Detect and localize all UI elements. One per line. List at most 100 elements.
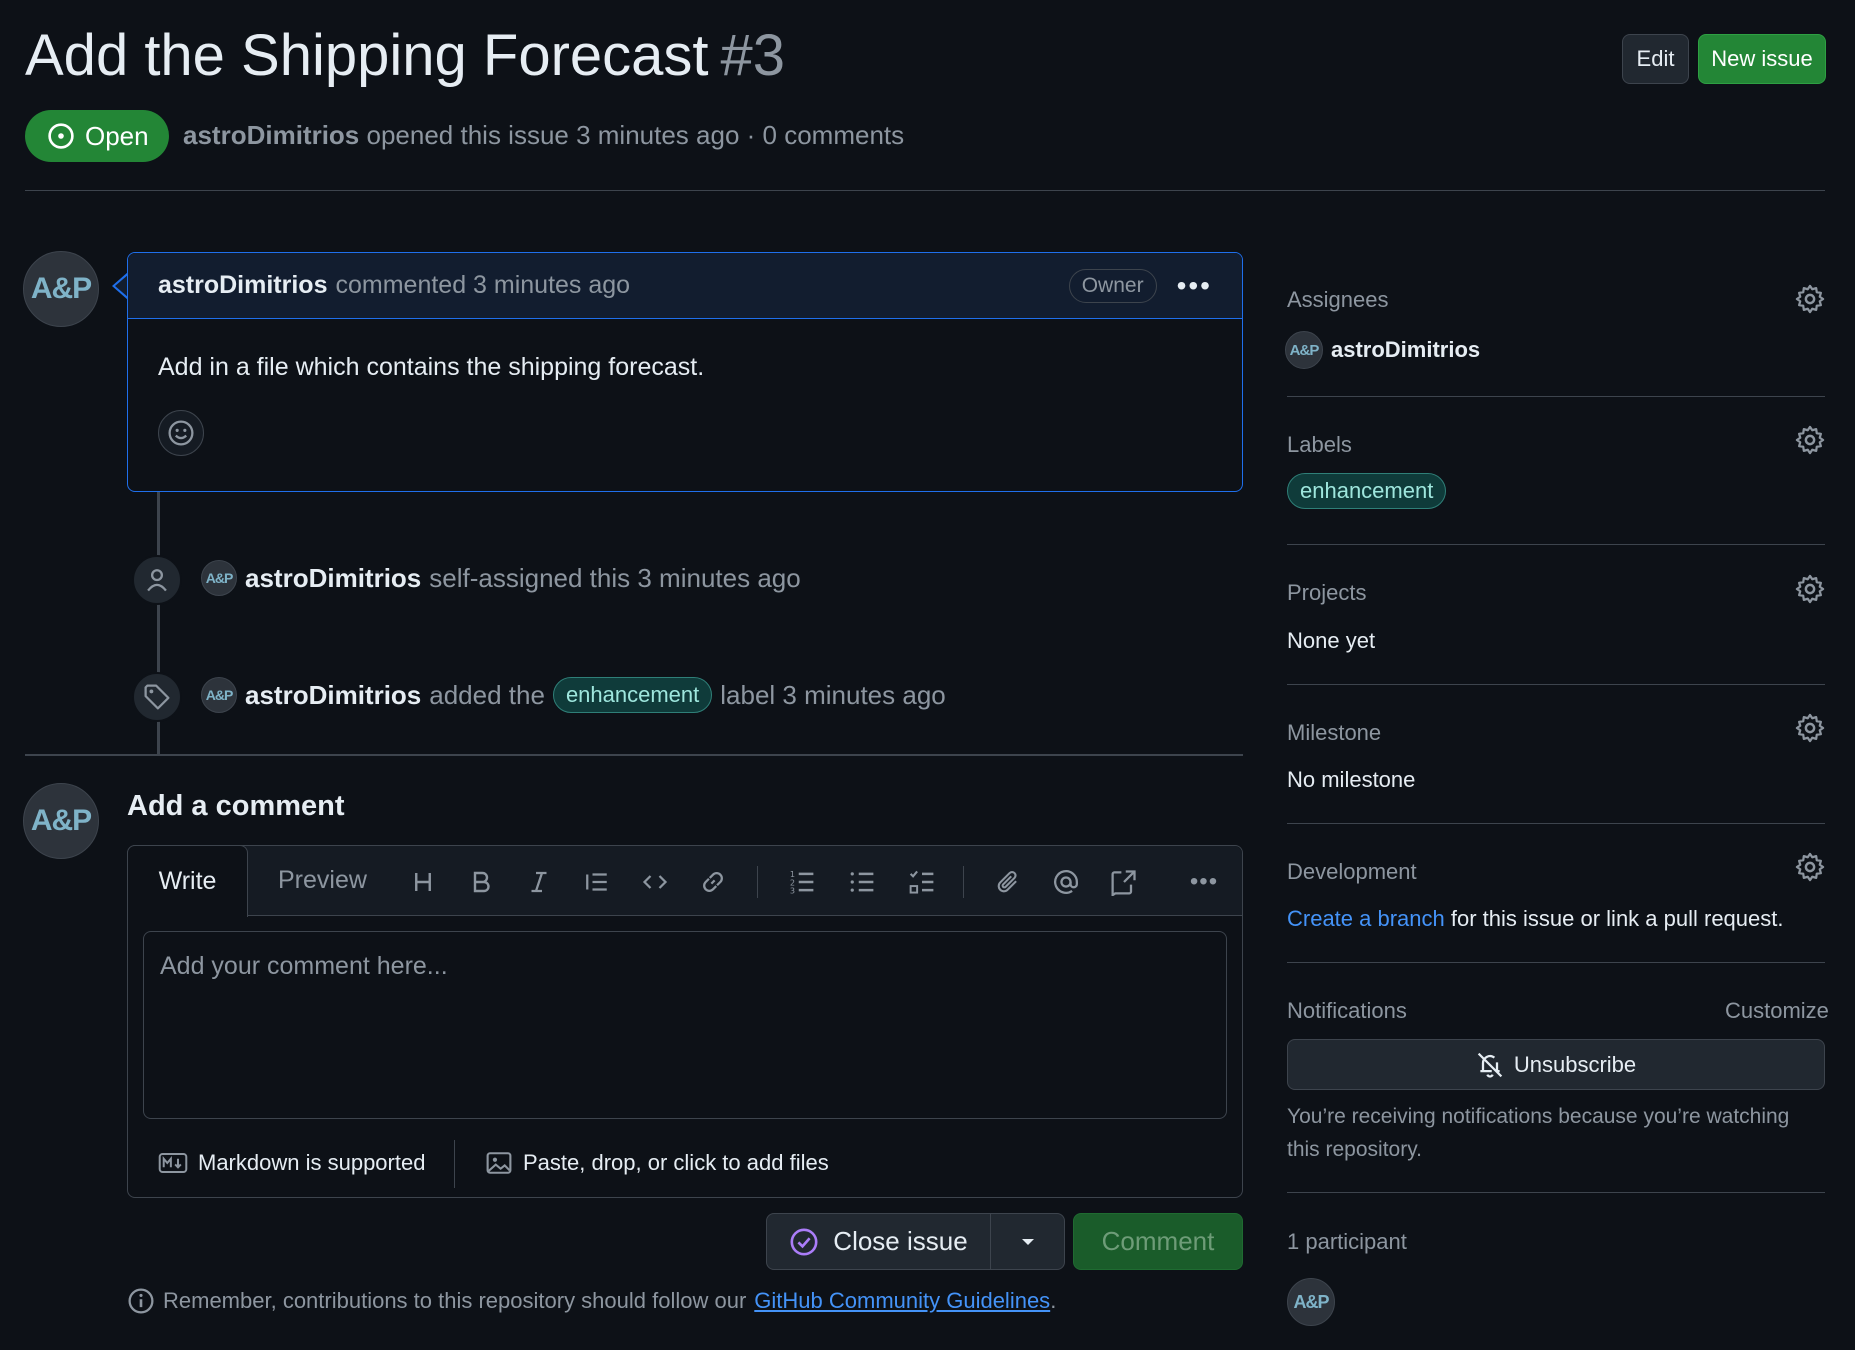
participant-avatar[interactable]: A&P — [1287, 1278, 1335, 1326]
markdown-note[interactable]: Markdown is supported — [158, 1150, 425, 1176]
development-note: for this issue or link a pull request. — [1450, 906, 1784, 931]
development-heading: Development — [1287, 859, 1417, 884]
svg-text:3: 3 — [790, 885, 795, 895]
unsubscribe-button[interactable]: Unsubscribe — [1287, 1039, 1825, 1090]
issue-title: Add the Shipping Forecast #3 — [25, 22, 785, 89]
attach-icon[interactable] — [990, 864, 1026, 900]
event-author[interactable]: astroDimitrios — [245, 680, 421, 711]
labels-heading: Labels — [1287, 432, 1352, 457]
comment-header: astroDimitrios commented 3 minutes ago O… — [128, 253, 1242, 319]
labels-gear-icon[interactable] — [1795, 425, 1825, 455]
assignees-gear-icon[interactable] — [1795, 284, 1825, 314]
event-text-after: label 3 minutes ago — [720, 679, 946, 710]
bold-icon[interactable] — [463, 864, 499, 900]
customize-link[interactable]: Customize — [1725, 998, 1829, 1024]
person-icon — [147, 569, 167, 592]
close-issue-button[interactable]: Close issue — [767, 1214, 991, 1269]
close-options-dropdown[interactable] — [991, 1214, 1064, 1269]
issue-author-link[interactable]: astroDimitrios — [183, 120, 359, 150]
caret-down-icon — [1021, 1238, 1034, 1245]
timeline-badge — [132, 672, 182, 722]
comment-author[interactable]: astroDimitrios — [158, 271, 327, 300]
issue-meta-text: opened this issue 3 minutes ago · 0 comm… — [366, 120, 905, 150]
sidebar-divider — [1287, 823, 1825, 824]
status-label: Open — [85, 120, 149, 151]
markdown-note-text: Markdown is supported — [198, 1150, 426, 1175]
heading-icon[interactable] — [405, 864, 441, 900]
avatar[interactable]: A&P — [23, 251, 99, 327]
code-icon[interactable] — [637, 864, 673, 900]
image-icon — [486, 1152, 512, 1174]
comment-menu-icon[interactable]: ••• — [1177, 270, 1212, 302]
tag-icon — [144, 684, 170, 710]
create-branch-link[interactable]: Create a branch — [1287, 906, 1445, 931]
projects-heading: Projects — [1287, 580, 1367, 605]
issue-open-icon — [48, 123, 74, 149]
timeline-event-labeled: A&P astroDimitrios added the enhancement… — [201, 677, 946, 713]
sidebar-divider — [1287, 962, 1825, 963]
cross-reference-icon[interactable] — [1106, 864, 1142, 900]
issue-meta: astroDimitrios opened this issue 3 minut… — [183, 120, 904, 151]
close-issue-group: Close issue — [766, 1213, 1065, 1270]
milestone-heading: Milestone — [1287, 720, 1382, 745]
tab-write[interactable]: Write — [127, 845, 248, 917]
status-badge: Open — [25, 110, 169, 162]
comment-text: Add in a file which contains the shippin… — [158, 353, 705, 381]
participants-heading: 1 participant — [1287, 1229, 1407, 1254]
more-icon[interactable]: ••• — [1186, 864, 1222, 900]
comment-input[interactable]: Add your comment here... — [143, 931, 1227, 1119]
assignee-name: astroDimitrios — [1331, 337, 1481, 362]
bell-slash-icon — [1477, 1052, 1503, 1078]
unordered-list-icon[interactable] — [844, 864, 880, 900]
owner-badge: Owner — [1068, 268, 1157, 303]
italic-icon[interactable] — [521, 864, 557, 900]
event-text: self-assigned this 3 minutes ago — [429, 562, 801, 593]
edit-button[interactable]: Edit — [1622, 34, 1689, 84]
assignees-heading: Assignees — [1287, 287, 1389, 312]
development-gear-icon[interactable] — [1795, 852, 1825, 882]
timeline-divider — [25, 754, 1243, 756]
link-icon[interactable] — [695, 864, 731, 900]
add-reaction-button[interactable] — [158, 410, 204, 456]
quote-icon[interactable] — [579, 864, 615, 900]
timeline-event-assigned: A&P astroDimitrios self-assigned this 3 … — [201, 560, 801, 596]
sidebar-label-enhancement[interactable]: enhancement — [1287, 473, 1447, 509]
notifications-heading: Notifications — [1287, 998, 1407, 1023]
milestone-gear-icon[interactable] — [1795, 713, 1825, 743]
attach-files-text: Paste, drop, or click to add files — [523, 1150, 829, 1175]
comment-editor: Write Preview 123 ••• Add your comment h… — [127, 845, 1243, 1198]
attach-files-note[interactable]: Paste, drop, or click to add files — [485, 1150, 829, 1176]
smiley-icon — [168, 420, 194, 446]
issue-comment: astroDimitrios commented 3 minutes ago O… — [127, 252, 1243, 492]
sidebar-divider — [1287, 684, 1825, 685]
task-list-icon[interactable] — [904, 864, 940, 900]
guidelines-link[interactable]: GitHub Community Guidelines — [754, 1288, 1050, 1313]
add-comment-heading: Add a comment — [127, 790, 345, 822]
ordered-list-icon[interactable]: 123 — [784, 864, 820, 900]
comment-body: Add in a file which contains the shippin… — [128, 319, 1242, 456]
avatar[interactable]: A&P — [23, 783, 99, 859]
avatar: A&P — [1285, 331, 1323, 369]
sidebar-divider — [1287, 396, 1825, 397]
footer-divider — [454, 1140, 455, 1188]
sidebar-divider — [1287, 1192, 1825, 1193]
avatar[interactable]: A&P — [201, 677, 237, 713]
label-enhancement[interactable]: enhancement — [552, 677, 713, 713]
editor-toolbar: Write Preview 123 ••• — [127, 845, 1242, 917]
markdown-icon — [158, 1153, 188, 1173]
mention-icon[interactable] — [1048, 864, 1084, 900]
projects-value: None yet — [1287, 628, 1376, 653]
tab-preview[interactable]: Preview — [278, 866, 367, 895]
guidelines-reminder: Remember, contributions to this reposito… — [127, 1287, 1056, 1315]
toolbar-divider — [757, 866, 758, 898]
avatar[interactable]: A&P — [201, 560, 237, 596]
assignee-item[interactable]: A&P astroDimitrios — [1285, 331, 1480, 369]
comment-button[interactable]: Comment — [1073, 1213, 1243, 1270]
event-author[interactable]: astroDimitrios — [245, 563, 421, 594]
comment-action: commented 3 minutes ago — [335, 271, 631, 299]
toolbar-divider — [963, 866, 964, 898]
new-issue-button[interactable]: New issue — [1698, 34, 1826, 84]
projects-gear-icon[interactable] — [1795, 574, 1825, 604]
check-circle-icon — [790, 1228, 818, 1255]
header-divider — [25, 190, 1825, 191]
